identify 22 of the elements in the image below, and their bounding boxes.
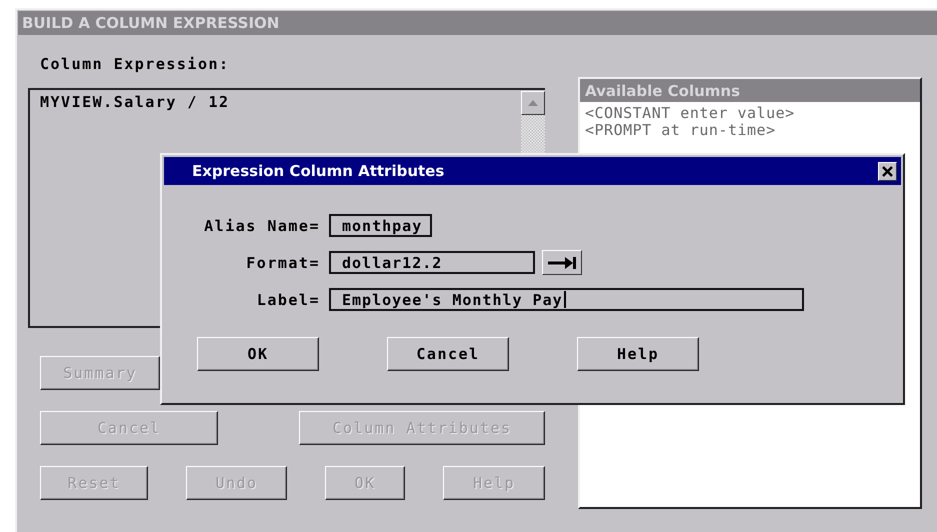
input-field[interactable]: Employee's Monthly Pay (329, 288, 804, 311)
up-arrow-icon (528, 100, 538, 106)
input-field[interactable]: monthpay (329, 214, 432, 237)
window-title: BUILD A COLUMN EXPRESSION (18, 11, 937, 35)
dialog-title: Expression Column Attributes (192, 162, 444, 180)
list-item[interactable]: <CONSTANT enter value> (580, 105, 920, 122)
dialog-button[interactable]: Help (577, 337, 699, 371)
list-header: Available Columns (580, 79, 920, 102)
arrow-to-bar-icon (548, 256, 576, 270)
field-label: Column Expression: (40, 55, 231, 75)
input-field[interactable]: dollar12.2 (329, 251, 535, 274)
close-button[interactable] (878, 162, 897, 180)
field-label: Format= (246, 254, 320, 272)
select-button[interactable] (542, 250, 582, 275)
field-label: Alias Name= (204, 216, 320, 234)
scroll-up-button[interactable] (521, 91, 545, 115)
expression-text: MYVIEW.Salary / 12 (39, 92, 231, 111)
close-icon (882, 166, 893, 176)
dialog-button[interactable]: OK (197, 337, 319, 371)
list-item[interactable]: <PROMPT at run-time> (580, 122, 920, 139)
field-label: Label= (256, 290, 320, 308)
dialog-button[interactable]: Cancel (387, 337, 509, 371)
